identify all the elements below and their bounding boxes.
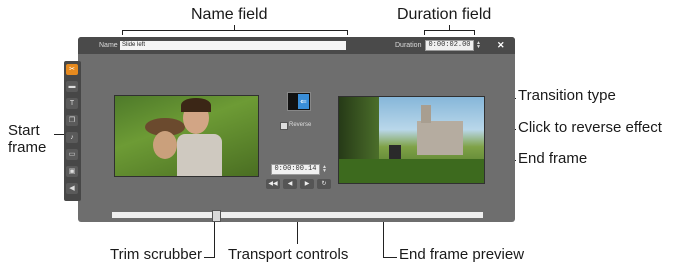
callout-start-frame: Start frame [8, 122, 46, 156]
start-frame-image [114, 95, 259, 177]
trim-leader-h [204, 257, 215, 258]
arrow-left-icon: ⇐ [298, 94, 309, 109]
play-icon[interactable]: ▶ [300, 179, 314, 189]
callout-duration-field: Duration field [397, 6, 492, 23]
duration-bracket-right [474, 30, 475, 35]
reverse-checkbox[interactable] [280, 122, 288, 130]
folder-icon[interactable]: ▭ [66, 149, 78, 160]
person-body [177, 134, 222, 176]
callout-name-field: Name field [191, 6, 268, 23]
name-bracket-left [122, 30, 123, 35]
scissors-icon[interactable]: ✂ [66, 64, 78, 75]
name-label: Name [99, 42, 118, 49]
duration-input[interactable]: 0:00:02.00 [425, 40, 474, 51]
callout-reverse-effect: Click to reverse effect [518, 119, 662, 136]
name-bracket-right [347, 30, 348, 35]
audio-icon[interactable]: ♪ [66, 132, 78, 143]
callout-trim-scrubber: Trim scrubber [110, 246, 202, 263]
grass [339, 159, 484, 183]
reverse-label: Reverse [289, 122, 312, 128]
person-hair [181, 98, 211, 112]
image-icon[interactable]: ▣ [66, 166, 78, 177]
text-icon[interactable]: T [66, 98, 78, 109]
callout-transport-controls: Transport controls [228, 246, 349, 263]
name-bracket-tick [234, 25, 235, 30]
film-icon[interactable]: ▬ [66, 81, 78, 92]
name-bracket [122, 30, 348, 31]
close-icon[interactable]: ✕ [497, 40, 505, 51]
trim-leader-v [214, 219, 215, 257]
chapel-tower [421, 105, 431, 123]
loop-icon[interactable]: ↻ [317, 179, 331, 189]
end-frame-image [338, 96, 485, 184]
transport-timecode[interactable]: 0:00:00.14 [271, 164, 320, 175]
trim-scrubber-track[interactable] [112, 212, 483, 218]
callout-end-frame: End frame [518, 150, 588, 167]
preview-leader-h [383, 257, 397, 258]
callout-start-frame-line1: Start [8, 122, 40, 139]
rewind-icon[interactable]: ◀◀ [266, 179, 280, 189]
speaker-icon[interactable]: ◀ [66, 183, 78, 194]
step-back-icon[interactable]: ◀ [283, 179, 297, 189]
chapel [417, 121, 463, 155]
name-input[interactable]: Slide left [120, 41, 346, 50]
callout-end-frame-preview: End frame preview [399, 246, 525, 263]
layers-icon[interactable]: ❐ [66, 115, 78, 126]
trim-scrubber-handle[interactable] [212, 210, 221, 222]
duration-bracket-tick [449, 25, 450, 30]
duration-spinner[interactable]: ▲ ▼ [476, 41, 481, 50]
duration-label: Duration [395, 42, 422, 49]
duration-bracket [424, 30, 475, 31]
callout-transition-type: Transition type [518, 87, 616, 104]
duration-bracket-left [424, 30, 425, 35]
timecode-spinner[interactable]: ▲ ▼ [322, 165, 327, 174]
callout-start-frame-line2: frame [8, 139, 47, 156]
transition-type-icon[interactable]: ⇐ [287, 92, 311, 111]
person-face-1 [153, 131, 177, 159]
